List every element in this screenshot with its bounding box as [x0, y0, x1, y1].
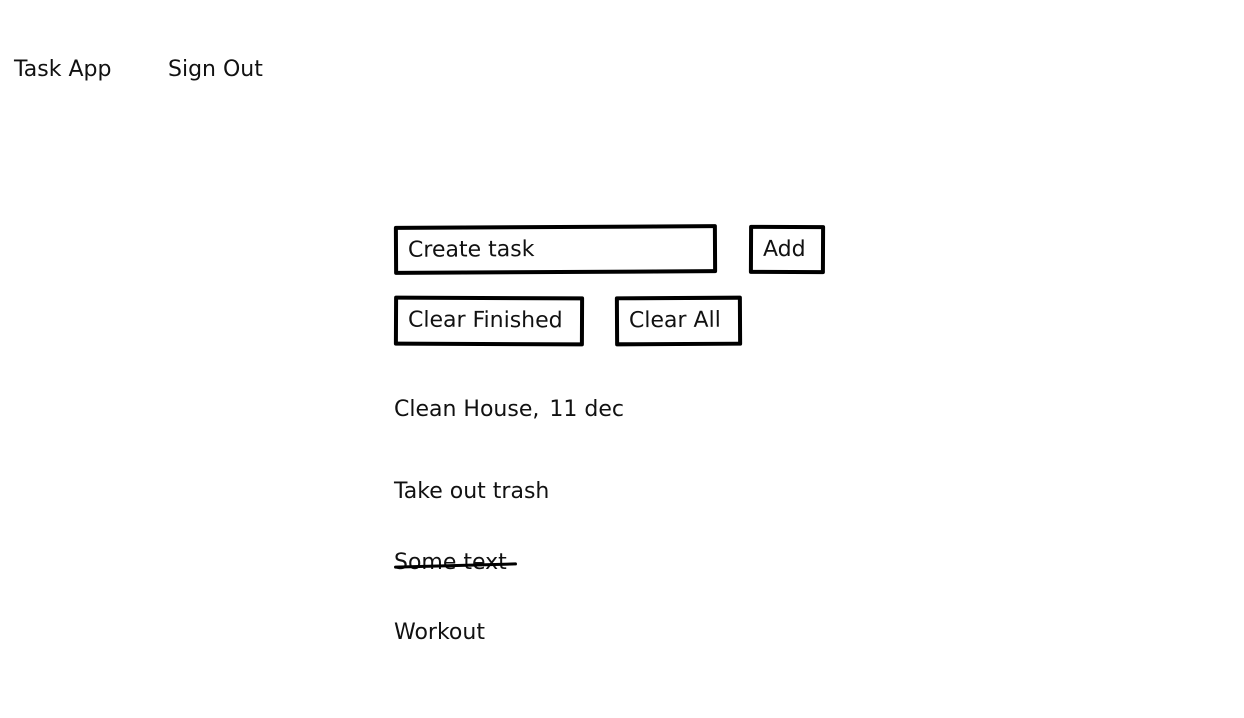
task-date: 11 dec [549, 397, 624, 422]
task-item-some-text[interactable]: Some text [394, 549, 507, 577]
clear-finished-button[interactable]: Clear Finished [393, 295, 585, 347]
app-title-link[interactable]: Task App [14, 56, 111, 84]
task-title-completed: Some text [394, 550, 507, 575]
clear-all-button[interactable]: Clear All [614, 295, 743, 347]
task-title: Take out trash [394, 479, 550, 504]
add-task-button[interactable]: Add [748, 224, 826, 275]
task-title: Clean House, [394, 397, 540, 422]
task-title: Workout [394, 620, 485, 645]
sign-out-link[interactable]: Sign Out [168, 56, 263, 84]
task-item-workout[interactable]: Workout [394, 619, 485, 647]
task-item-clean-house[interactable]: Clean House, 11 dec [394, 396, 624, 424]
create-task-input[interactable] [393, 224, 718, 275]
task-item-take-out-trash[interactable]: Take out trash [394, 478, 549, 506]
